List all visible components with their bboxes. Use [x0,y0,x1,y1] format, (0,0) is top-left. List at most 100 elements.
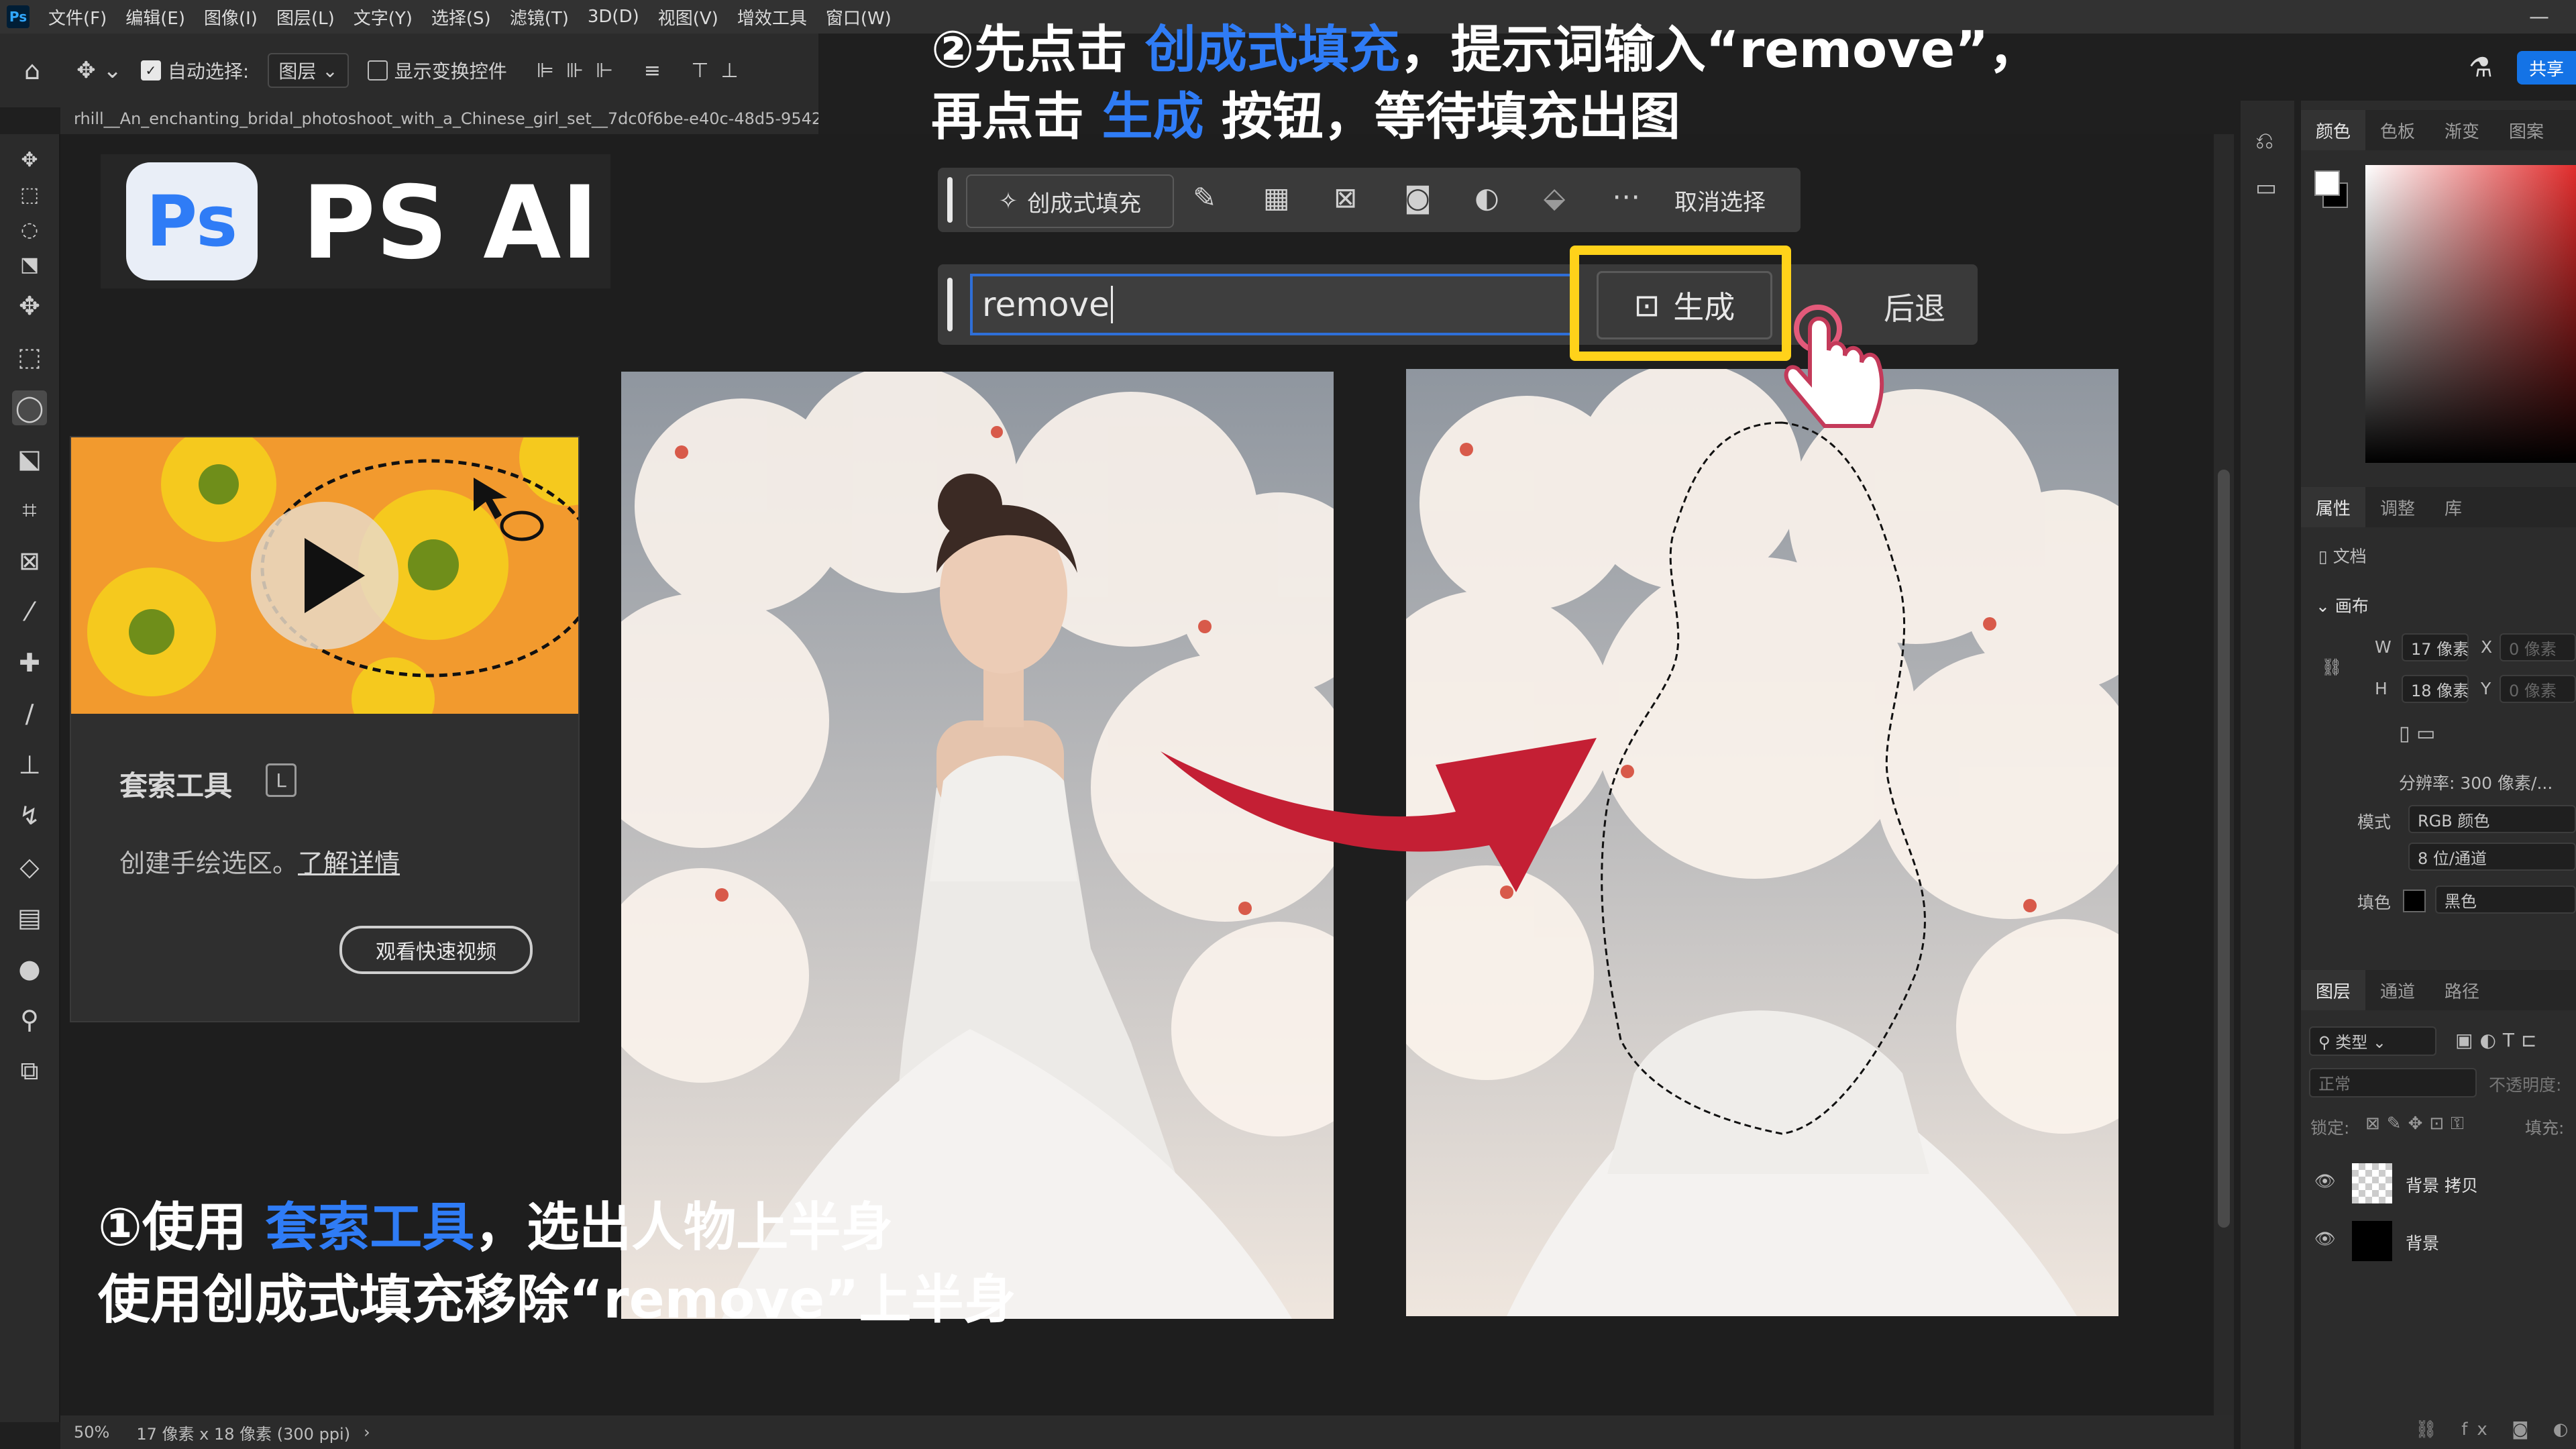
color-picker-field[interactable] [2365,165,2576,463]
tab-gradients[interactable]: 渐变 [2430,118,2494,143]
brush-icon[interactable]: ∕ [12,696,47,731]
fill-color-dropdown[interactable]: 黑色 [2435,885,2576,914]
width-label: W [2375,637,2392,657]
gen-fill-button[interactable]: ✧ 创成式填充 [966,174,1174,228]
menu-window[interactable]: 窗口(W) [816,5,901,30]
gradient-icon[interactable]: ▤ [12,900,47,935]
object-select-tool-icon[interactable]: ⬔ [12,247,47,282]
remove-bg-icon[interactable]: ⊠ [1334,181,1357,214]
link-icon[interactable]: ⛓ [2321,657,2343,678]
ps-app-icon[interactable]: Ps [7,5,30,28]
move-tool-icon[interactable]: ✥ ⌄ [76,57,122,84]
move-tool-icon[interactable]: ✥ [12,142,47,177]
menu-layer[interactable]: 图层(L) [267,5,344,30]
share-button[interactable]: 共享 [2517,51,2576,85]
rect-marquee-icon[interactable]: ⬚ [12,339,47,374]
marquee-tool-icon[interactable]: ⬚ [12,177,47,212]
minimize-icon[interactable]: — [2529,5,2549,29]
menu-select[interactable]: 选择(S) [422,5,500,30]
menu-type[interactable]: 文字(Y) [344,5,422,30]
lasso-tool-icon[interactable]: ◌ [12,212,47,247]
dodge-icon[interactable]: ⚲ [12,1002,47,1037]
quick-select-icon[interactable]: ⬕ [12,441,47,476]
crop-icon[interactable]: ⌗ [12,492,47,527]
menu-view[interactable]: 视图(V) [649,5,728,30]
lasso-icon[interactable]: ◯ [12,390,47,425]
tab-adjustments[interactable]: 调整 [2365,495,2430,520]
fill-icon[interactable]: ⬙ [1544,181,1565,214]
orientation-icons[interactable]: ▯ ▭ [2399,722,2435,745]
tab-channels[interactable]: 通道 [2365,978,2430,1003]
width-field[interactable]: 17 像素 [2402,633,2469,661]
eraser-icon[interactable]: ◇ [12,849,47,884]
menu-edit[interactable]: 编辑(E) [116,5,195,30]
history-brush-icon[interactable]: ↯ [12,798,47,833]
x-field[interactable]: 0 像素 [2500,633,2576,661]
tooltip-learn-more-link[interactable]: 了解详情 [298,849,400,878]
eye-icon[interactable]: 👁 [2314,1171,2336,1191]
flask-icon[interactable]: ⚗ [2469,52,2493,83]
taskbar-grip[interactable] [947,177,953,223]
tab-paths[interactable]: 路径 [2430,978,2494,1003]
scrollbar-thumb[interactable] [2218,470,2230,1228]
watch-video-button[interactable]: 观看快速视频 [339,926,533,974]
home-icon[interactable]: ⌂ [24,56,40,85]
y-field[interactable]: 0 像素 [2500,675,2576,703]
zoom-level[interactable]: 50% [74,1423,109,1442]
back-button[interactable]: 后退 [1884,284,1945,329]
prompt-input[interactable]: remove [970,274,1574,335]
stamp-icon[interactable]: ⊥ [12,747,47,782]
tab-layers[interactable]: 图层 [2301,970,2366,1010]
menu-filter[interactable]: 滤镜(T) [500,5,578,30]
frame-icon[interactable]: ⊠ [12,543,47,578]
document-tab[interactable]: rhill__An_enchanting_bridal_photoshoot_w… [60,102,818,136]
generate-button[interactable]: ⊡ 生成 [1597,271,1772,339]
tab-swatches[interactable]: 色板 [2365,118,2430,143]
promptbar-grip[interactable] [947,278,953,331]
canvas-scrollbar[interactable] [2214,134,2234,1415]
fg-color-swatch[interactable] [2314,170,2340,196]
auto-select-checkbox[interactable]: ✓ 自动选择: [140,57,249,84]
comments-icon[interactable]: ▭ [2255,174,2277,201]
brush-task-icon[interactable]: ✎ [1193,181,1216,214]
blur-icon[interactable]: ● [12,951,47,986]
layer-filter-dropdown[interactable]: ⚲ 类型 ⌄ [2309,1026,2436,1056]
layer-footer-icons[interactable]: ⛓ fx ◙ ◐ ⊞ 🗑 [2415,1419,2576,1440]
lock-icons[interactable]: ⊠✎✥⊡⚿ [2365,1114,2471,1134]
select-subject-icon[interactable]: ▦ [1263,181,1290,214]
screen-mode-icon[interactable]: ⧉ [12,1053,47,1088]
show-transform-checkbox[interactable]: 显示变换控件 [367,57,507,84]
menu-plugins[interactable]: 增效工具 [728,5,816,30]
fill-color-swatch[interactable] [2403,890,2426,912]
adjust-icon[interactable]: ◐ [1474,181,1499,214]
tab-color[interactable]: 颜色 [2301,110,2366,150]
healing-brush-icon[interactable]: ✚ [12,645,47,680]
mode-dropdown[interactable]: RGB 颜色 [2408,805,2576,833]
eye-icon[interactable]: 👁 [2314,1229,2336,1249]
blend-mode-dropdown[interactable]: 正常 [2309,1068,2477,1097]
document-info[interactable]: 17 像素 x 18 像素 (300 ppi) [136,1421,350,1444]
layer-dropdown[interactable]: 图层 ⌄ [268,53,349,88]
chevron-right-icon[interactable]: › [364,1423,370,1442]
height-field[interactable]: 18 像素 [2402,675,2469,703]
layer-filter-icons[interactable]: ▣◐T⊏ [2455,1029,2543,1051]
deselect-button[interactable]: 取消选择 [1674,184,1766,217]
layer-row-background[interactable]: 👁 背景 [2301,1212,2576,1269]
menu-image[interactable]: 图像(I) [195,5,267,30]
more-icon[interactable]: ⋯ [1612,180,1640,213]
layer-row-background-copy[interactable]: 👁 背景 拷贝 [2301,1154,2576,1212]
menu-3d[interactable]: 3D(D) [578,7,649,27]
generate-icon: ⊡ [1633,287,1660,323]
canvas-section[interactable]: ⌄ 画布 [2316,593,2369,617]
tab-patterns[interactable]: 图案 [2494,118,2559,143]
tab-libraries[interactable]: 库 [2430,495,2477,520]
tab-properties[interactable]: 属性 [2301,487,2366,527]
eyedropper-icon[interactable]: ⁄ [12,594,47,629]
tooltip-shortcut: L [266,763,297,797]
align-icons[interactable]: ⊫⊪⊩ ≡ ⊤⊥ [537,59,751,83]
depth-dropdown[interactable]: 8 位/通道 [2408,843,2576,871]
mask-icon[interactable]: ◙ [1404,181,1432,214]
history-icon[interactable]: ⎌ [2255,127,2273,154]
move-tool-large-icon[interactable]: ✥ [12,288,47,323]
menu-file[interactable]: 文件(F) [39,5,116,30]
